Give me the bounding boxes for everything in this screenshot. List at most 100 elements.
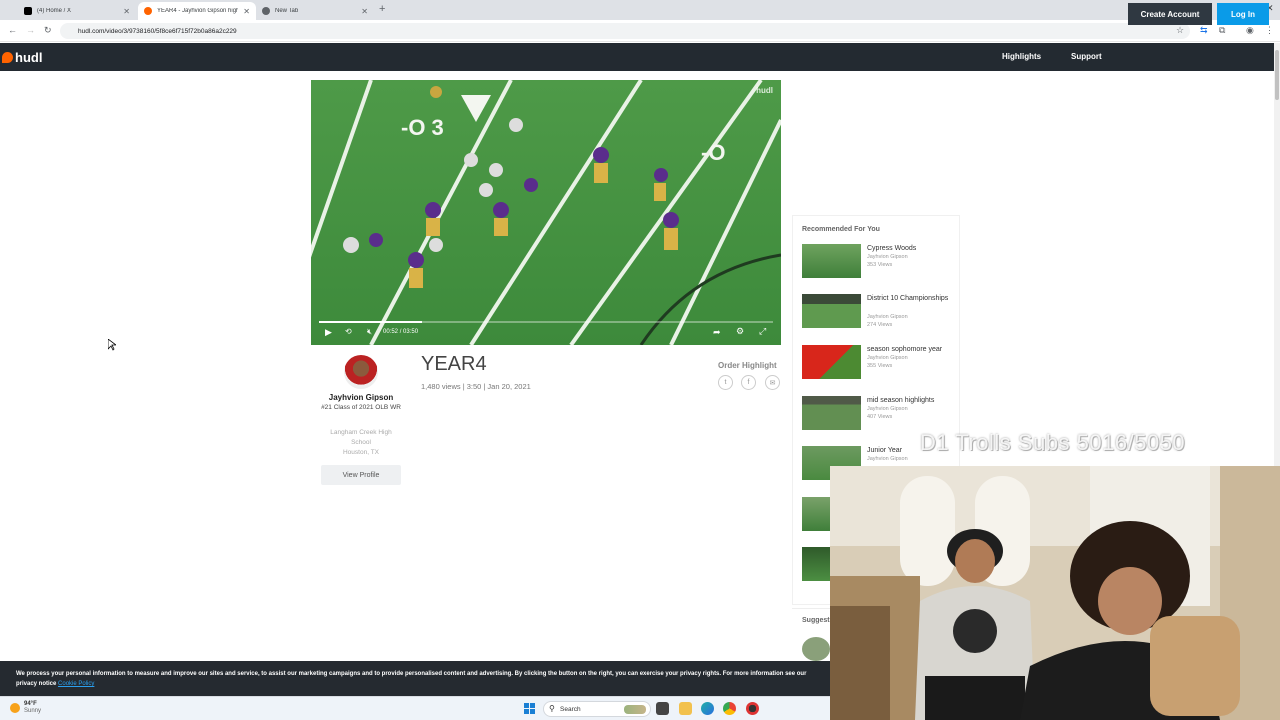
tab-hudl-video[interactable]: YEAR4 - Jayhvion Gipson highlights ✕ xyxy=(138,2,256,20)
athlete-name[interactable]: Jayhvion Gipson xyxy=(321,393,401,402)
suggested-avatar[interactable] xyxy=(802,637,830,661)
view-profile-button[interactable]: View Profile xyxy=(321,465,401,485)
obs-icon[interactable] xyxy=(746,702,759,715)
recommended-thumbnail xyxy=(802,294,861,328)
time-separator: / xyxy=(399,329,402,335)
hudl-logo[interactable]: hudl xyxy=(2,50,42,65)
close-tab-icon[interactable]: ✕ xyxy=(361,7,368,16)
webcam-overlay xyxy=(830,466,1280,720)
chrome-icon[interactable] xyxy=(723,702,736,715)
recommended-title: District 10 Championships xyxy=(867,295,949,302)
video-progress-bar[interactable] xyxy=(319,321,773,323)
weather-condition: Sunny xyxy=(24,708,42,714)
windows-taskbar: 94°F Sunny ⚲ Search xyxy=(0,696,830,720)
logo-text: hudl xyxy=(15,50,43,65)
video-title: YEAR4 xyxy=(421,353,487,375)
forward-icon[interactable]: → xyxy=(26,25,35,35)
weather-temperature: 94°F xyxy=(24,701,37,707)
search-highlight-icon xyxy=(624,705,646,714)
profile-icon[interactable]: ◉ xyxy=(1246,25,1254,36)
new-tab-plus-icon[interactable]: + xyxy=(379,3,385,15)
sun-icon xyxy=(10,703,20,713)
hudl-favicon-icon xyxy=(144,7,152,15)
create-account-button[interactable]: Create Account xyxy=(1128,3,1212,25)
athlete-class: #21 Class of 2021 OLB WR xyxy=(321,404,401,411)
windows-start-icon[interactable] xyxy=(524,703,535,714)
share-icon[interactable]: ➦ xyxy=(713,327,721,338)
task-view-icon[interactable] xyxy=(656,702,669,715)
recommended-views: 274 Views xyxy=(867,322,893,328)
svg-text:-O: -O xyxy=(701,140,725,165)
back-icon[interactable]: ← xyxy=(8,25,17,35)
nav-support[interactable]: Support xyxy=(1071,52,1102,61)
recommended-thumbnail xyxy=(802,396,861,430)
recommended-title: mid season highlights xyxy=(867,397,935,404)
mute-icon[interactable]: 🔇︎ xyxy=(367,327,372,337)
address-bar[interactable]: hudl.com/video/3/9738160/5f8ce6f715f72b0… xyxy=(60,23,1190,39)
athlete-school: Langham Creek High School xyxy=(330,429,392,446)
recommended-item[interactable]: mid season highlights Jayhvion Gipson 40… xyxy=(802,396,952,430)
fullscreen-icon[interactable]: ⤢ xyxy=(759,326,766,337)
tab-title: New Tab xyxy=(275,8,299,14)
tab-title: (4) Home / X xyxy=(37,8,72,14)
recommended-item[interactable]: District 10 Championships Jayhvion Gipso… xyxy=(802,294,952,328)
video-time: 00:52 / 03:50 xyxy=(383,329,418,335)
hudl-watermark: hudl xyxy=(756,86,773,95)
loop-icon[interactable]: ⟲ xyxy=(345,327,352,336)
recommended-views: 355 Views xyxy=(867,363,893,369)
browser-toolbar: ← → ↻ hudl.com/video/3/9738160/5f8ce6f71… xyxy=(0,20,1280,42)
recommended-item[interactable]: Cypress Woods Jayhvion Gipson 353 Views xyxy=(802,244,952,278)
twitter-share-icon[interactable]: t xyxy=(718,375,733,390)
tab-new-tab[interactable]: New Tab ✕ xyxy=(256,2,374,20)
weather-widget[interactable]: 94°F Sunny xyxy=(10,701,41,715)
recommended-title: season sophomore year xyxy=(867,346,943,353)
cookie-banner: We process your personal information to … xyxy=(0,661,830,696)
close-tab-icon[interactable]: ✕ xyxy=(123,7,130,16)
recommended-thumbnail xyxy=(802,244,861,278)
translate-icon[interactable]: ⇆ xyxy=(1200,25,1208,36)
browser-tab-strip: (4) Home / X ✕ YEAR4 - Jayhvion Gipson h… xyxy=(0,0,1280,20)
edge-icon[interactable] xyxy=(701,702,714,715)
scrollbar-thumb[interactable] xyxy=(1275,50,1279,100)
tab-x-home[interactable]: (4) Home / X ✕ xyxy=(18,2,136,20)
athlete-school-block: Langham Creek High School Houston, TX xyxy=(321,428,401,458)
recommended-author: Jayhvion Gipson xyxy=(867,254,908,260)
log-in-button[interactable]: Log In xyxy=(1217,3,1269,25)
site-header: hudl Highlights Support xyxy=(0,43,1274,71)
facebook-share-icon[interactable]: f xyxy=(741,375,756,390)
settings-gear-icon[interactable]: ⚙ xyxy=(736,326,744,337)
file-explorer-icon[interactable] xyxy=(679,702,692,715)
video-controls: ▶ ⟲ 🔇︎ 00:52 / 03:50 ➦ ⚙ ⤢ xyxy=(311,319,781,345)
recommended-thumbnail xyxy=(802,345,861,379)
bookmark-star-icon[interactable]: ☆ xyxy=(1176,25,1184,36)
chrome-icon xyxy=(262,7,270,15)
cookie-policy-link[interactable]: Cookie Policy xyxy=(58,681,94,687)
recommended-views: 407 Views xyxy=(867,414,893,420)
extensions-icon[interactable]: ⧉ xyxy=(1219,25,1225,36)
video-progress-fill xyxy=(319,321,422,323)
play-icon[interactable]: ▶ xyxy=(325,327,332,338)
search-icon: ⚲ xyxy=(549,704,555,713)
recommended-item[interactable]: season sophomore year Jayhvion Gipson 35… xyxy=(802,345,952,379)
order-highlight-link[interactable]: Order Highlight xyxy=(718,361,777,370)
nav-highlights[interactable]: Highlights xyxy=(1002,52,1041,61)
email-share-icon[interactable]: ✉ xyxy=(765,375,780,390)
hudl-mark-icon xyxy=(2,52,13,63)
time-current: 00:52 xyxy=(383,329,399,335)
close-tab-icon[interactable]: ✕ xyxy=(243,7,250,16)
recommended-heading: Recommended For You xyxy=(802,226,880,233)
athlete-avatar[interactable] xyxy=(344,355,378,389)
taskbar-search[interactable]: ⚲ Search xyxy=(543,701,651,717)
recommended-author: Jayhvion Gipson xyxy=(867,406,908,412)
athlete-location: Houston, TX xyxy=(342,449,379,456)
tab-title: YEAR4 - Jayhvion Gipson highlights xyxy=(157,8,239,14)
reload-icon[interactable]: ↻ xyxy=(44,25,52,36)
x-logo-icon xyxy=(24,7,32,15)
recommended-author: Jayhvion Gipson xyxy=(867,314,908,320)
taskbar-search-label: Search xyxy=(560,705,581,713)
recommended-author: Jayhvion Gipson xyxy=(867,355,908,361)
video-player[interactable]: -O 3 -O hudl ▶ ⟲ 🔇︎ 00:52 / 03:50 ➦ ⚙ ⤢ xyxy=(311,80,781,345)
stream-subscriber-goal: D1 Trolls Subs 5016/5050 xyxy=(920,430,1186,455)
cookie-text: We process your personal information to … xyxy=(16,671,807,687)
menu-kebab-icon[interactable]: ⋮ xyxy=(1265,25,1274,36)
